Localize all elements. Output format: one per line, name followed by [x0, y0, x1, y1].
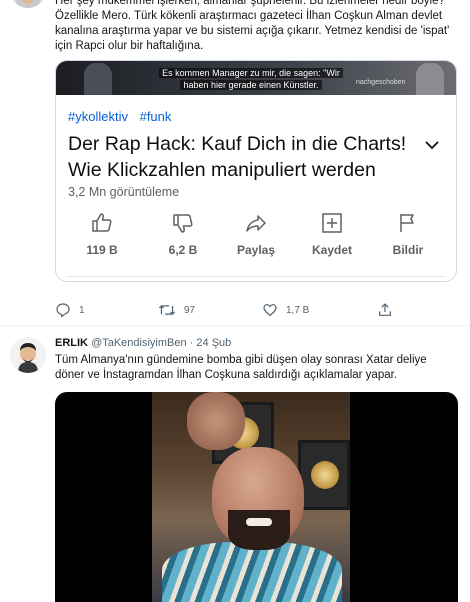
- retweet-icon: [158, 305, 176, 315]
- gold-record-disc: [311, 461, 339, 489]
- chevron-down-icon[interactable]: [422, 135, 442, 155]
- tweet-text-line: döner ve İnstagramdan İlhan Coşkuna sald…: [55, 369, 397, 381]
- person-mouth: [246, 518, 272, 526]
- hashtag-link[interactable]: #ykollektiv: [68, 109, 128, 124]
- tweet-text-line: Tüm Almanya'nın gündemine bomba gibi düş…: [55, 354, 427, 366]
- user-handle[interactable]: @TaKendisiyimBen: [91, 337, 187, 349]
- video-frame: [152, 392, 350, 602]
- report-button[interactable]: Bildir: [378, 211, 438, 257]
- video-actions: 119 B 6,2 B Paylaş Kaydet Bildir: [56, 211, 456, 271]
- hashtag-row: #ykollektiv #funk: [68, 109, 171, 124]
- thumbs-up-icon: [92, 213, 112, 232]
- like-button[interactable]: 119 B: [72, 211, 132, 257]
- tweet-timestamp[interactable]: 24 Şub: [196, 337, 231, 349]
- separator-dot: ·: [189, 337, 194, 349]
- embedded-video-card[interactable]: Es kommen Manager zu mir, die sagen: "Wi…: [55, 60, 457, 282]
- thumbnail-watermark: nachgeschoben: [356, 79, 406, 86]
- video-thumbnail[interactable]: Es kommen Manager zu mir, die sagen: "Wi…: [56, 61, 456, 95]
- tweet-header: ERLIK @TaKendisiyimBen · 24 Şub: [55, 337, 231, 349]
- card-divider: [68, 276, 444, 277]
- save-button[interactable]: Kaydet: [302, 211, 362, 257]
- video-subtitle: Es kommen Manager zu mir, die sagen: "Wi…: [136, 67, 366, 91]
- subtitle-line: Es kommen Manager zu mir, die sagen: "Wi…: [159, 68, 343, 78]
- avatar[interactable]: [10, 0, 46, 8]
- reply-icon: [56, 303, 70, 318]
- tweet-text-line: Her şey mükemmel işlerken, almanlar şüph…: [55, 0, 445, 7]
- thumbs-down-icon: [173, 214, 193, 233]
- save-label: Kaydet: [311, 243, 352, 257]
- raised-hand: [187, 392, 245, 450]
- tweet-divider: [0, 325, 470, 326]
- share-tweet-button[interactable]: [377, 300, 393, 320]
- tweet-text-line: için Rapci olur bir haftalığına.: [55, 40, 204, 52]
- retweet-button[interactable]: 97: [158, 300, 195, 320]
- flag-icon: [400, 214, 414, 232]
- subtitle-line: haben hier gerade einen Künstler.: [180, 80, 322, 90]
- tweet-text-line: kanalına araştırma yapar ve bu sistemi a…: [55, 25, 450, 37]
- share-button[interactable]: Paylaş: [226, 211, 286, 257]
- tweet-action-bar: 1 97 1,7 B: [55, 300, 455, 320]
- like-count: 1,7 B: [286, 304, 310, 316]
- display-name[interactable]: ERLIK: [55, 337, 88, 349]
- like-count: 119 B: [86, 243, 118, 257]
- reply-count: 1: [79, 304, 85, 316]
- retweet-count: 97: [184, 304, 196, 316]
- person-beard: [228, 510, 290, 550]
- dislike-button[interactable]: 6,2 B: [153, 211, 213, 257]
- tweet-text-line: Özellikle Mero. Türk kökenli araştırmacı…: [55, 10, 443, 22]
- save-playlist-icon: [322, 213, 342, 233]
- share-label: Paylaş: [236, 243, 276, 257]
- view-count: 3,2 Mn görüntüleme: [68, 185, 180, 199]
- patterned-shirt: [162, 542, 342, 602]
- avatar[interactable]: [10, 337, 46, 373]
- like-button[interactable]: 1,7 B: [262, 300, 309, 320]
- framed-record-plaque: [298, 440, 350, 510]
- hashtag-link[interactable]: #funk: [140, 109, 172, 124]
- video-title: Der Rap Hack: Kauf Dich in die Charts! W…: [68, 133, 407, 181]
- thumbnail-person-figure: [416, 63, 444, 95]
- upload-share-icon: [379, 303, 391, 316]
- reply-button[interactable]: 1: [55, 300, 85, 320]
- thumbnail-person-figure: [84, 63, 112, 95]
- share-icon: [246, 215, 266, 232]
- dislike-count: 6,2 B: [168, 243, 198, 257]
- video-player[interactable]: [55, 392, 458, 602]
- heart-icon: [263, 304, 277, 316]
- report-label: Bildir: [392, 243, 424, 257]
